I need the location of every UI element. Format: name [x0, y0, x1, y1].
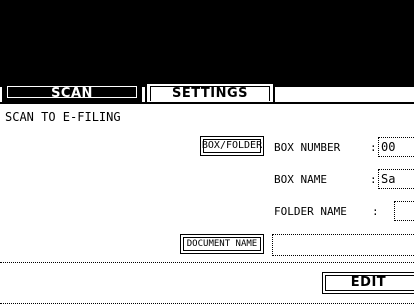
- tab-settings[interactable]: SETTINGS: [145, 82, 275, 102]
- box-name-separator: :: [370, 173, 377, 186]
- folder-name-field[interactable]: [394, 201, 414, 221]
- tab-scan-label: SCAN: [7, 86, 137, 101]
- document-name-field[interactable]: [272, 234, 414, 256]
- bottom-border: [0, 303, 414, 304]
- folder-name-label: FOLDER NAME: [274, 205, 347, 218]
- document-name-button[interactable]: DOCUMENT NAME: [180, 234, 264, 254]
- box-number-field[interactable]: 00: [378, 137, 414, 157]
- panel-top-border: [0, 102, 414, 104]
- box-folder-button[interactable]: BOX/FOLDER: [200, 136, 264, 156]
- folder-name-separator: :: [372, 205, 379, 218]
- section-title: SCAN TO E-FILING: [5, 110, 121, 124]
- tab-settings-label: SETTINGS: [150, 86, 270, 101]
- box-name-label: BOX NAME: [274, 173, 327, 186]
- box-number-separator: :: [370, 141, 377, 154]
- box-number-label: BOX NUMBER: [274, 141, 341, 154]
- separator-line: [0, 262, 414, 263]
- edit-button[interactable]: EDIT: [322, 272, 414, 294]
- box-name-field[interactable]: Sa: [378, 169, 414, 189]
- tab-scan[interactable]: SCAN: [2, 82, 142, 102]
- top-black-area: [0, 0, 414, 87]
